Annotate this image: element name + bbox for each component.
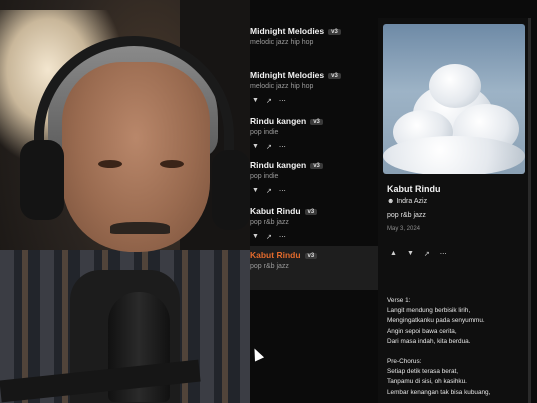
- song-title: Midnight Melodies v3: [250, 26, 341, 36]
- song-list: Midnight Melodies v3 melodic jazz hip hop…: [250, 0, 378, 403]
- thumbs-up-icon[interactable]: ▲: [390, 250, 397, 258]
- lyrics: Verse 1: Langit mendung berbisik lirih, …: [387, 296, 527, 398]
- version-badge: v3: [310, 119, 323, 125]
- lyrics-line: Tanpamu di sisi, oh kasihku.: [387, 378, 467, 386]
- person-icon: ☻: [387, 198, 395, 205]
- version-badge: v3: [310, 163, 323, 169]
- lyrics-line: Pre-Chorus:: [387, 358, 422, 366]
- lyrics-line: Langit mendung berbisik lirih,: [387, 307, 471, 315]
- release-date: May 3, 2024: [387, 226, 421, 232]
- webcam-overlay: [0, 0, 250, 403]
- lyrics-line: Setiap detik terasa berat,: [387, 368, 459, 376]
- song-item[interactable]: Midnight Melodies v3 melodic jazz hip hop: [250, 22, 378, 66]
- headphone-earcup-right: [212, 150, 250, 230]
- song-item[interactable]: Rindu kangen v3 pop indie ▼ ↗ ⋯: [250, 112, 378, 156]
- song-title: Kabut Rindu v3: [250, 250, 318, 260]
- detail-actions: ▲ ▼ ↗ ⋯: [390, 250, 447, 258]
- lyrics-line: Mengingatkanku pada senyummu.: [387, 317, 485, 325]
- song-title: Kabut Rindu v3: [250, 206, 318, 216]
- song-item[interactable]: Midnight Melodies v3 melodic jazz hip hop…: [250, 66, 378, 110]
- left-eye: [98, 160, 122, 168]
- version-badge: v3: [304, 253, 318, 259]
- right-eye: [160, 160, 184, 168]
- share-icon[interactable]: ↗: [266, 233, 272, 241]
- headphone-earcup-left: [20, 140, 64, 220]
- thumbs-down-icon[interactable]: ▼: [252, 143, 259, 151]
- artist-name[interactable]: ☻ Indra Aziz: [387, 198, 427, 205]
- song-genre: pop indie: [250, 129, 279, 136]
- scrollbar[interactable]: [528, 18, 531, 403]
- lyrics-line: Verse 1:: [387, 297, 411, 304]
- share-icon[interactable]: ↗: [266, 97, 272, 105]
- lyrics-line: Dari masa indah, kita berdua.: [387, 337, 471, 345]
- thumbs-down-icon[interactable]: ▼: [407, 250, 414, 258]
- song-detail-panel: Kabut Rindu ☻ Indra Aziz pop r&b jazz Ma…: [378, 18, 528, 403]
- cover-art: [383, 24, 525, 174]
- version-badge: v3: [328, 29, 341, 35]
- song-genre: melodic jazz hip hop: [250, 83, 314, 90]
- song-genre: pop indie: [250, 173, 279, 180]
- version-badge: v3: [304, 209, 318, 215]
- share-icon[interactable]: ↗: [266, 187, 272, 195]
- mustache: [110, 222, 170, 234]
- lyrics-line: Angin sepoi bawa cerita,: [387, 327, 457, 335]
- song-genre: pop r&b jazz: [250, 219, 289, 226]
- version-badge: v3: [328, 73, 341, 79]
- song-genre: pop r&b jazz: [250, 263, 289, 270]
- share-icon[interactable]: ↗: [266, 143, 272, 151]
- genre-tags[interactable]: pop r&b jazz: [387, 212, 426, 219]
- more-icon[interactable]: ⋯: [279, 187, 286, 195]
- song-title: Kabut Rindu: [387, 184, 441, 194]
- lyrics-line: Lembar kenangan tak bisa kubuang,: [387, 388, 491, 396]
- more-icon[interactable]: ⋯: [279, 233, 286, 241]
- thumbs-down-icon[interactable]: ▼: [252, 187, 259, 195]
- song-item[interactable]: Rindu kangen v3 pop indie ▼ ↗ ⋯: [250, 156, 378, 200]
- song-item-active[interactable]: Kabut Rindu v3 pop r&b jazz: [250, 246, 378, 290]
- share-icon[interactable]: ↗: [424, 250, 430, 258]
- song-title: Midnight Melodies v3: [250, 70, 341, 80]
- more-icon[interactable]: ⋯: [279, 97, 286, 105]
- more-icon[interactable]: ⋯: [279, 143, 286, 151]
- song-item[interactable]: Kabut Rindu v3 pop r&b jazz ▼ ↗ ⋯: [250, 202, 378, 246]
- thumbs-down-icon[interactable]: ▼: [252, 233, 259, 241]
- song-title: Rindu kangen v3: [250, 116, 323, 126]
- more-icon[interactable]: ⋯: [440, 250, 447, 258]
- lyrics-line: [387, 347, 527, 357]
- song-genre: melodic jazz hip hop: [250, 39, 314, 46]
- thumbs-down-icon[interactable]: ▼: [252, 97, 259, 105]
- song-title: Rindu kangen v3: [250, 160, 323, 170]
